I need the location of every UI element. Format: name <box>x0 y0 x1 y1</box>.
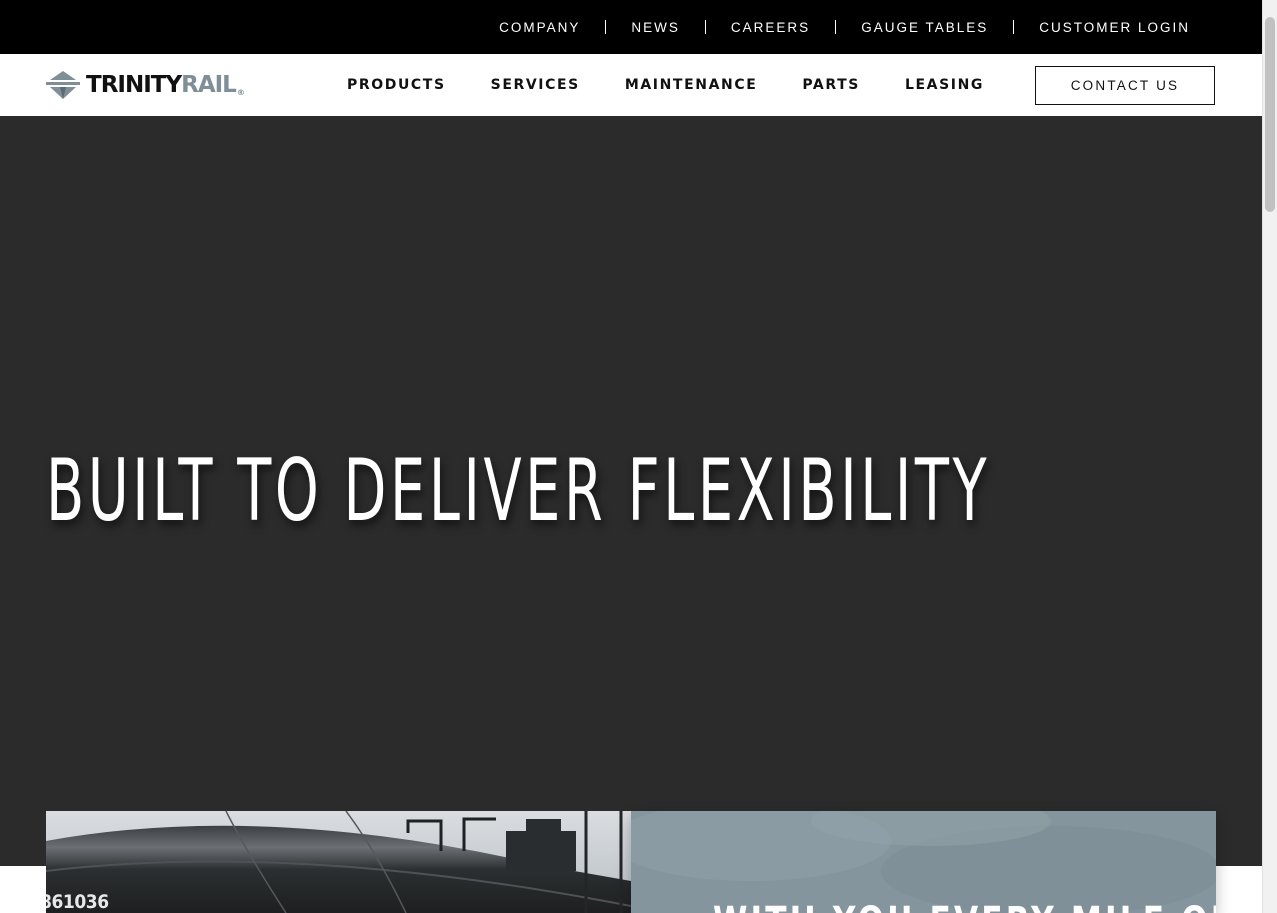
nav-item-leasing[interactable]: LEASING <box>905 77 984 93</box>
nav-item-services[interactable]: SERVICES <box>491 77 580 93</box>
utility-link-gauge-tables[interactable]: GAUGE TABLES <box>836 20 1013 35</box>
scrollbar-thumb[interactable] <box>1265 17 1275 212</box>
nav-item-maintenance[interactable]: MAINTENANCE <box>625 77 758 93</box>
utility-link-company[interactable]: COMPANY <box>474 20 605 35</box>
vertical-scrollbar[interactable] <box>1262 0 1277 913</box>
tank-car-illustration <box>46 811 631 913</box>
logo-word-rail: RAIL <box>181 71 237 98</box>
utility-bar: COMPANY NEWS CAREERS GAUGE TABLES CUSTOM… <box>0 0 1262 54</box>
logo-wordmark: TRINITYRAIL® <box>86 71 245 98</box>
hero-title: BUILT TO DELIVER FLEXIBILITY <box>46 441 991 541</box>
tank-car-photo: 861036 <box>46 811 631 913</box>
registered-mark: ® <box>236 87 245 97</box>
feature-panel: WITH YOU EVERY MILE OF <box>631 811 1216 913</box>
feature-heading: WITH YOU EVERY MILE OF <box>713 899 1216 913</box>
hero-banner: BUILT TO DELIVER FLEXIBILITY <box>0 116 1262 866</box>
utility-link-customer-login[interactable]: CUSTOMER LOGIN <box>1014 20 1190 35</box>
contact-us-button[interactable]: CONTACT US <box>1035 66 1215 105</box>
main-header: TRINITYRAIL® PRODUCTS SERVICES MAINTENAN… <box>0 54 1262 116</box>
nav-item-products[interactable]: PRODUCTS <box>347 77 446 93</box>
utility-nav: COMPANY NEWS CAREERS GAUGE TABLES CUSTOM… <box>474 0 1190 54</box>
car-number-label: 861036 <box>46 891 109 913</box>
cloud-texture-background <box>631 811 1216 913</box>
utility-link-careers[interactable]: CAREERS <box>706 20 835 35</box>
logo-word-trinity: TRINITY <box>86 71 182 98</box>
site-logo[interactable]: TRINITYRAIL® <box>46 71 245 99</box>
utility-link-news[interactable]: NEWS <box>606 20 705 35</box>
nav-item-parts[interactable]: PARTS <box>802 77 860 93</box>
main-nav: PRODUCTS SERVICES MAINTENANCE PARTS LEAS… <box>347 54 984 116</box>
triangle-arrow-logo-icon <box>46 71 80 99</box>
